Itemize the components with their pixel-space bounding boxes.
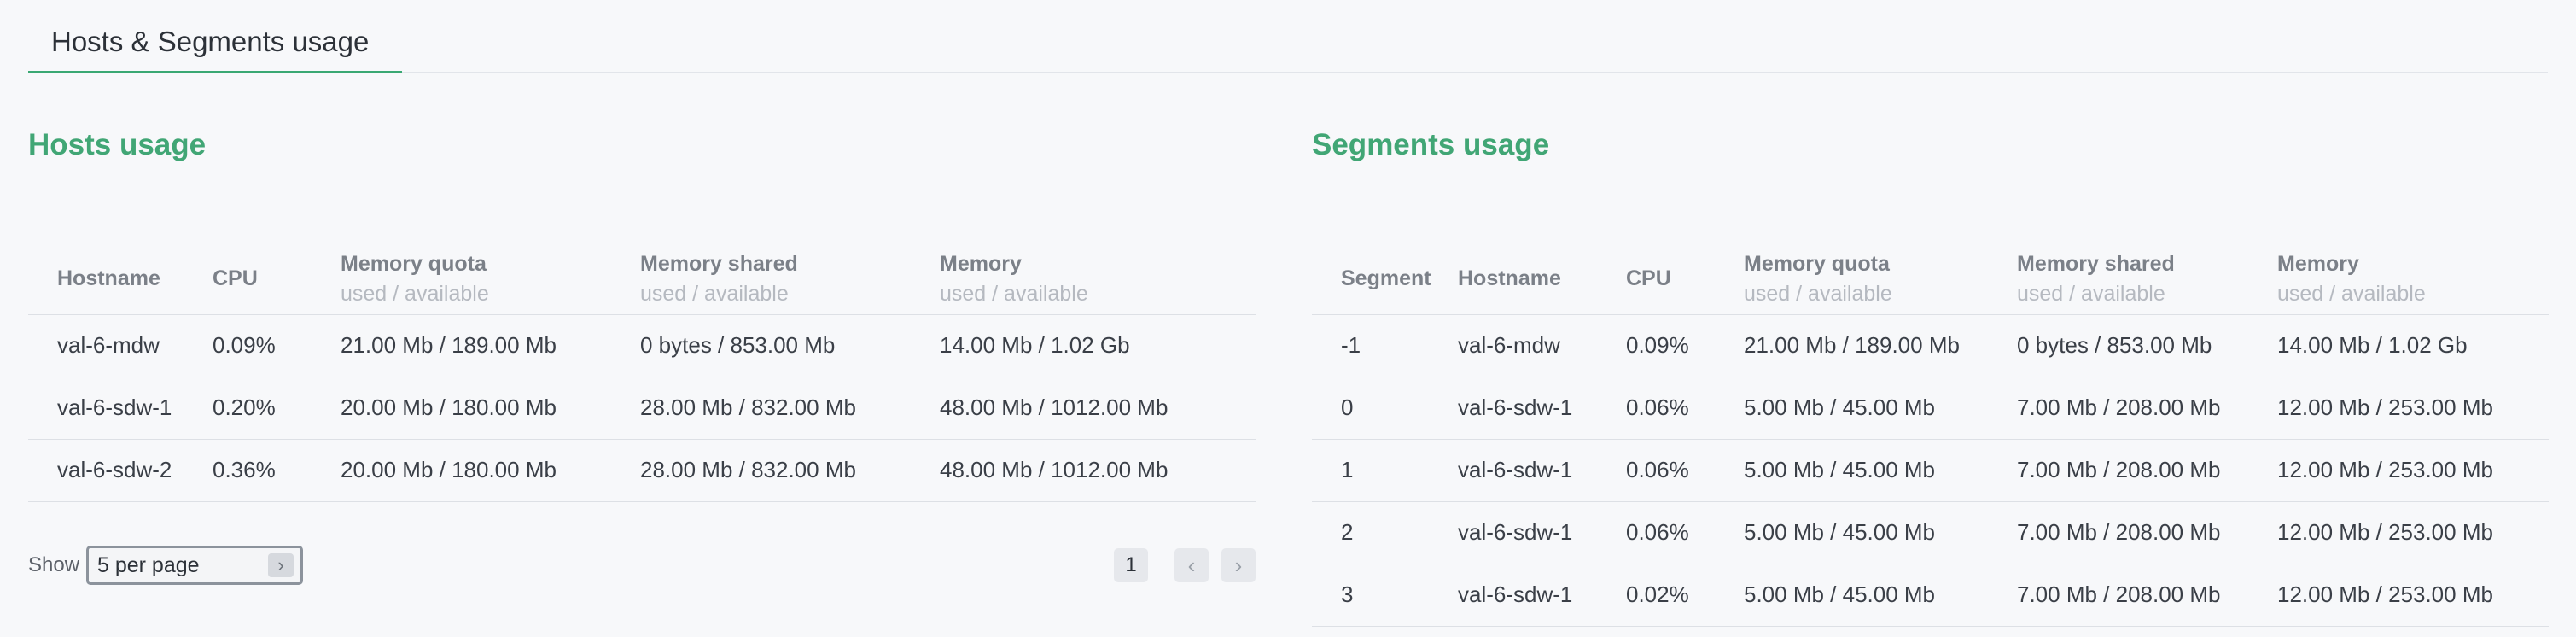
column-header-hostname[interactable]: Hostname <box>1458 244 1626 315</box>
cell-cpu: 0.20% <box>213 377 341 440</box>
hosts-table: Hostname CPU Memory quota used / availabl… <box>28 244 1256 502</box>
prev-page-button[interactable]: ‹ <box>1174 548 1209 582</box>
cell-memory: 12.00 Mb / 253.00 Mb <box>2277 564 2549 627</box>
table-row: 0 val-6-sdw-1 0.06% 5.00 Mb / 45.00 Mb 7… <box>1312 377 2549 440</box>
tab-bar: Hosts & Segments usage <box>28 0 2548 73</box>
cell-memory-shared: 28.00 Mb / 832.00 Mb <box>640 439 940 502</box>
table-row: 3 val-6-sdw-1 0.02% 5.00 Mb / 45.00 Mb 7… <box>1312 564 2549 627</box>
table-row: 1 val-6-sdw-1 0.06% 5.00 Mb / 45.00 Mb 7… <box>1312 439 2549 502</box>
per-page-select[interactable]: 5 per page › <box>86 546 303 585</box>
segments-table: Segment Hostname CPU Memory quota used / … <box>1312 244 2549 627</box>
cell-memory: 12.00 Mb / 253.00 Mb <box>2277 377 2549 440</box>
column-header-cpu[interactable]: CPU <box>213 244 341 315</box>
next-page-button[interactable]: › <box>1221 548 1256 582</box>
page-button-1[interactable]: 1 <box>1114 548 1148 582</box>
column-header-memory-quota[interactable]: Memory quota used / available <box>341 244 640 315</box>
cell-memory-shared: 7.00 Mb / 208.00 Mb <box>2017 564 2277 627</box>
segments-usage-panel: Segments usage Segment Hostname CPU Memo… <box>1312 120 2549 627</box>
cell-cpu: 0.02% <box>1626 564 1744 627</box>
tab-hosts-segments-usage[interactable]: Hosts & Segments usage <box>28 0 402 73</box>
cell-hostname: val-6-sdw-2 <box>28 439 213 502</box>
cell-segment: -1 <box>1312 314 1458 377</box>
cell-memory-shared: 7.00 Mb / 208.00 Mb <box>2017 377 2277 440</box>
cell-segment: 3 <box>1312 564 1458 627</box>
cell-segment: 0 <box>1312 377 1458 440</box>
cell-memory-quota: 21.00 Mb / 189.00 Mb <box>341 314 640 377</box>
per-page-value: 5 per page <box>97 553 200 577</box>
cell-memory-quota: 5.00 Mb / 45.00 Mb <box>1744 377 2017 440</box>
cell-hostname: val-6-sdw-1 <box>1458 564 1626 627</box>
column-header-memory[interactable]: Memory used / available <box>2277 244 2549 315</box>
pagination: Show 5 per page › 1 ‹ › <box>28 544 1256 587</box>
table-row: val-6-sdw-2 0.36% 20.00 Mb / 180.00 Mb 2… <box>28 439 1256 502</box>
hosts-usage-panel: Hosts usage Hostname CPU Memory quota use… <box>28 120 1256 585</box>
cell-memory-quota: 5.00 Mb / 45.00 Mb <box>1744 564 2017 627</box>
hosts-table-header: Hostname CPU Memory quota used / availabl… <box>28 244 1256 315</box>
cell-segment: 2 <box>1312 501 1458 564</box>
cell-hostname: val-6-sdw-1 <box>1458 439 1626 502</box>
cell-memory-shared: 7.00 Mb / 208.00 Mb <box>2017 439 2277 502</box>
cell-memory-shared: 28.00 Mb / 832.00 Mb <box>640 377 940 440</box>
column-header-memory-shared[interactable]: Memory shared used / available <box>640 244 940 315</box>
cell-hostname: val-6-sdw-1 <box>1458 377 1626 440</box>
cell-hostname: val-6-mdw <box>1458 314 1626 377</box>
cell-memory: 48.00 Mb / 1012.00 Mb <box>940 439 1256 502</box>
show-label: Show <box>28 553 80 576</box>
cell-hostname: val-6-sdw-1 <box>1458 501 1626 564</box>
cell-memory-quota: 20.00 Mb / 180.00 Mb <box>341 377 640 440</box>
cell-cpu: 0.36% <box>213 439 341 502</box>
cell-cpu: 0.06% <box>1626 377 1744 440</box>
cell-cpu: 0.09% <box>213 314 341 377</box>
cell-cpu: 0.09% <box>1626 314 1744 377</box>
column-header-segment[interactable]: Segment <box>1312 244 1458 315</box>
segments-table-header: Segment Hostname CPU Memory quota used / … <box>1312 244 2549 315</box>
cell-hostname: val-6-mdw <box>28 314 213 377</box>
cell-memory-quota: 5.00 Mb / 45.00 Mb <box>1744 501 2017 564</box>
cell-hostname: val-6-sdw-1 <box>28 377 213 440</box>
page: Hosts & Segments usage Hosts usage Hostn… <box>0 0 2576 637</box>
table-row: val-6-mdw 0.09% 21.00 Mb / 189.00 Mb 0 b… <box>28 314 1256 377</box>
column-header-memory[interactable]: Memory used / available <box>940 244 1256 315</box>
cell-memory-quota: 5.00 Mb / 45.00 Mb <box>1744 439 2017 502</box>
cell-memory-shared: 0 bytes / 853.00 Mb <box>640 314 940 377</box>
hosts-usage-title: Hosts usage <box>28 128 207 161</box>
cell-cpu: 0.06% <box>1626 501 1744 564</box>
segments-usage-title: Segments usage <box>1312 128 1550 161</box>
column-header-memory-shared[interactable]: Memory shared used / available <box>2017 244 2277 315</box>
table-row: 2 val-6-sdw-1 0.06% 5.00 Mb / 45.00 Mb 7… <box>1312 501 2549 564</box>
chevron-right-icon: › <box>268 553 294 577</box>
column-header-cpu[interactable]: CPU <box>1626 244 1744 315</box>
column-header-memory-quota[interactable]: Memory quota used / available <box>1744 244 2017 315</box>
table-row: -1 val-6-mdw 0.09% 21.00 Mb / 189.00 Mb … <box>1312 314 2549 377</box>
cell-memory-quota: 20.00 Mb / 180.00 Mb <box>341 439 640 502</box>
cell-memory: 14.00 Mb / 1.02 Gb <box>2277 314 2549 377</box>
cell-segment: 1 <box>1312 439 1458 502</box>
cell-memory-quota: 21.00 Mb / 189.00 Mb <box>1744 314 2017 377</box>
cell-memory-shared: 0 bytes / 853.00 Mb <box>2017 314 2277 377</box>
table-row: val-6-sdw-1 0.20% 20.00 Mb / 180.00 Mb 2… <box>28 377 1256 440</box>
cell-memory: 14.00 Mb / 1.02 Gb <box>940 314 1256 377</box>
cell-memory: 48.00 Mb / 1012.00 Mb <box>940 377 1256 440</box>
cell-memory-shared: 7.00 Mb / 208.00 Mb <box>2017 501 2277 564</box>
cell-memory: 12.00 Mb / 253.00 Mb <box>2277 439 2549 502</box>
cell-cpu: 0.06% <box>1626 439 1744 502</box>
column-header-hostname[interactable]: Hostname <box>28 244 213 315</box>
cell-memory: 12.00 Mb / 253.00 Mb <box>2277 501 2549 564</box>
